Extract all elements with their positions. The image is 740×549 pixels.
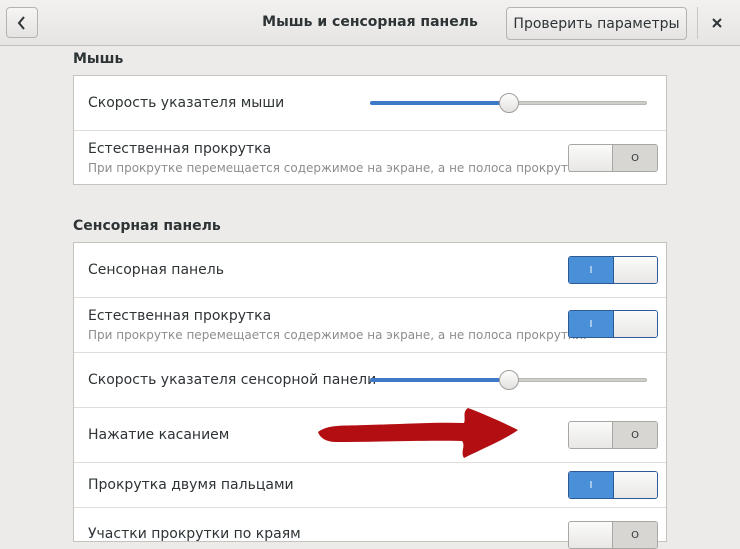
switch-state-label: I xyxy=(569,311,613,337)
switch-knob xyxy=(612,311,657,337)
tap-to-click-label: Нажатие касанием xyxy=(88,427,230,443)
switch-state-label: O xyxy=(613,522,657,548)
mouse-section-title: Мышь xyxy=(73,51,124,67)
mouse-pointer-speed-slider[interactable] xyxy=(370,93,647,113)
switch-state-label: I xyxy=(569,257,613,283)
touchpad-natural-scroll-switch[interactable]: I xyxy=(568,310,658,338)
switch-state-label: O xyxy=(613,145,657,171)
mouse-pointer-speed-label: Скорость указателя мыши xyxy=(88,95,285,111)
close-icon xyxy=(712,18,722,28)
annotation-arrow-shape xyxy=(318,408,518,458)
two-finger-scroll-row: Прокрутка двумя пальцами I xyxy=(74,463,666,508)
slider-thumb[interactable] xyxy=(499,370,519,390)
touchpad-natural-scroll-description: При прокрутке перемещается содержимое на… xyxy=(88,328,587,342)
switch-knob xyxy=(569,522,614,548)
two-finger-scroll-switch[interactable]: I xyxy=(568,471,658,499)
mouse-natural-scroll-description: При прокрутке перемещается содержимое на… xyxy=(88,161,587,175)
mouse-pointer-speed-row: Скорость указателя мыши xyxy=(74,76,666,131)
check-settings-button[interactable]: Проверить параметры xyxy=(506,7,687,40)
annotation-arrow-icon xyxy=(318,408,518,458)
two-finger-scroll-label: Прокрутка двумя пальцами xyxy=(88,477,294,493)
mouse-natural-scroll-switch[interactable]: O xyxy=(568,144,658,172)
tap-to-click-switch[interactable]: O xyxy=(568,421,658,449)
touchpad-panel: Сенсорная панель I Естественная прокрутк… xyxy=(73,242,667,549)
switch-knob xyxy=(569,145,614,171)
switch-knob xyxy=(569,422,614,448)
switch-state-label: O xyxy=(613,422,657,448)
touchpad-enable-switch[interactable]: I xyxy=(568,256,658,284)
header-bar: Мышь и сенсорная панель Проверить параме… xyxy=(0,0,740,46)
touchpad-natural-scroll-label: Естественная прокрутка xyxy=(88,308,272,324)
edge-scroll-switch[interactable]: O xyxy=(568,521,658,549)
switch-state-label: I xyxy=(569,472,613,498)
slider-fill xyxy=(370,101,509,105)
touchpad-pointer-speed-row: Скорость указателя сенсорной панели xyxy=(74,353,666,408)
touchpad-enable-row: Сенсорная панель I xyxy=(74,243,666,298)
switch-knob xyxy=(612,257,657,283)
mouse-panel: Скорость указателя мыши Естественная про… xyxy=(73,75,667,185)
touchpad-enable-label: Сенсорная панель xyxy=(88,262,224,278)
touchpad-pointer-speed-slider[interactable] xyxy=(370,370,647,390)
mouse-natural-scroll-row: Естественная прокрутка При прокрутке пер… xyxy=(74,131,666,185)
touchpad-pointer-speed-label: Скорость указателя сенсорной панели xyxy=(88,372,377,388)
close-button[interactable] xyxy=(705,11,729,35)
touchpad-natural-scroll-row: Естественная прокрутка При прокрутке пер… xyxy=(74,298,666,353)
touchpad-section-title: Сенсорная панель xyxy=(73,218,221,234)
edge-scroll-label: Участки прокрутки по краям xyxy=(88,526,301,542)
slider-fill xyxy=(370,378,509,382)
switch-knob xyxy=(612,472,657,498)
mouse-natural-scroll-label: Естественная прокрутка xyxy=(88,141,272,157)
header-separator xyxy=(697,7,698,39)
slider-thumb[interactable] xyxy=(499,93,519,113)
